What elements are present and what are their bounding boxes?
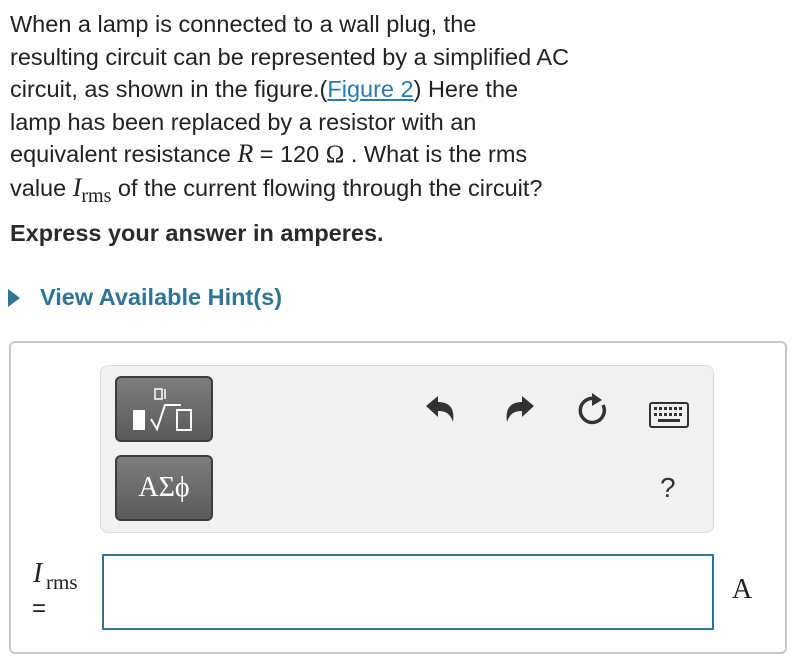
answer-variable-subscript: rms <box>46 570 78 594</box>
question-line: resulting circuit can be represented by … <box>10 43 570 70</box>
question-line: . What is the rms <box>344 141 528 167</box>
view-hints-toggle[interactable]: View Available Hint(s) <box>8 284 282 311</box>
reset-icon[interactable] <box>574 392 612 430</box>
question-line: value <box>10 174 73 201</box>
templates-button[interactable] <box>115 376 213 442</box>
equals-sign: = <box>32 595 47 622</box>
redo-icon[interactable] <box>502 394 536 424</box>
question-text: When a lamp is connected to a wall plug,… <box>10 8 800 212</box>
question-line: ) Here the <box>413 76 519 102</box>
undo-icon[interactable] <box>424 394 458 424</box>
expand-triangle-icon <box>8 288 20 307</box>
answer-variable: I <box>33 558 43 589</box>
keyboard-icon[interactable] <box>649 402 689 428</box>
question-line: of the current flowing through the circu… <box>111 174 543 201</box>
ohm-symbol: Ω <box>325 141 345 168</box>
figure-link[interactable]: Figure 2 <box>327 76 413 102</box>
current-subscript: rms <box>81 184 112 207</box>
hint-label: View Available Hint(s) <box>40 284 283 310</box>
unit-label: A <box>732 574 753 605</box>
resistance-symbol: R <box>237 139 254 168</box>
answer-input[interactable] <box>102 554 714 630</box>
question-line: = 120 <box>253 141 326 167</box>
help-button[interactable]: ? <box>660 472 676 504</box>
answer-instruction: Express your answer in amperes. <box>10 220 384 246</box>
question-line: When a lamp is connected to a wall plug,… <box>10 11 477 37</box>
greek-symbols-button[interactable]: ΑΣϕ <box>115 455 213 521</box>
templates-icon <box>133 388 192 432</box>
question-line: circuit, as shown in the figure.( <box>10 76 328 102</box>
question-line: lamp has been replaced by a resistor wit… <box>10 108 477 135</box>
question-line: equivalent resistance <box>10 141 238 167</box>
